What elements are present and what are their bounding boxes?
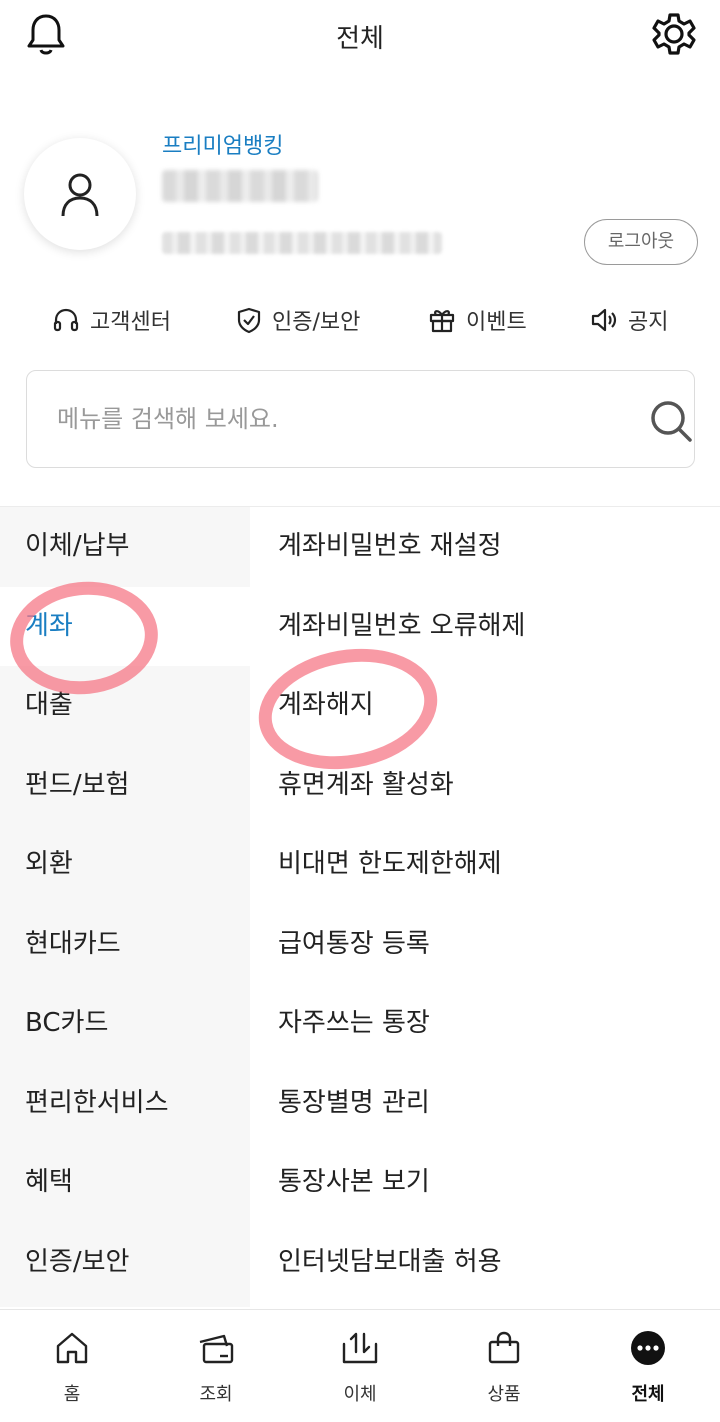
shield-check-icon <box>237 307 261 334</box>
home-icon <box>56 1332 88 1364</box>
search-input[interactable] <box>57 399 617 439</box>
shopping-bag-icon <box>488 1331 520 1364</box>
cards-icon <box>199 1334 234 1364</box>
gift-icon <box>429 310 455 333</box>
submenu-item[interactable]: 통장사본 보기 <box>250 1143 720 1223</box>
page-title: 전체 <box>336 24 384 54</box>
speaker-icon <box>591 308 617 332</box>
user-name-blurred <box>162 170 318 202</box>
category-item-transfer[interactable]: 이체/납부 <box>0 507 250 587</box>
transfer-icon <box>342 1332 378 1364</box>
headset-icon <box>53 308 79 332</box>
tab-all[interactable]: 전체 <box>576 1310 720 1422</box>
submenu-item-account-close[interactable]: 계좌해지 <box>250 666 720 746</box>
tab-inquiry[interactable]: 조회 <box>144 1310 288 1422</box>
submenu-item[interactable]: 휴면계좌 활성화 <box>250 746 720 826</box>
top-header: 전체 <box>0 0 720 70</box>
avatar[interactable] <box>24 138 136 250</box>
submenu-item[interactable]: 급여통장 등록 <box>250 905 720 985</box>
quick-link-security[interactable]: 인증/보안 <box>236 300 360 340</box>
quick-link-customer-center[interactable]: 고객센터 <box>52 300 171 340</box>
quick-link-label: 이벤트 <box>466 310 527 335</box>
search-icon[interactable] <box>649 399 693 447</box>
quick-link-label: 공지 <box>628 310 669 335</box>
submenu-item[interactable]: 자주쓰는 통장 <box>250 984 720 1064</box>
quick-link-label: 인증/보안 <box>272 310 361 335</box>
gear-icon[interactable] <box>652 12 696 56</box>
tab-products[interactable]: 상품 <box>432 1310 576 1422</box>
account-info-blurred <box>162 232 442 254</box>
submenu-item[interactable]: 통장별명 관리 <box>250 1064 720 1144</box>
category-item-account[interactable]: 계좌 <box>0 586 250 666</box>
quick-link-event[interactable]: 이벤트 <box>428 300 527 340</box>
submenu-item[interactable]: 계좌비밀번호 재설정 <box>250 507 720 587</box>
menu-search-box <box>26 370 695 468</box>
logout-button[interactable]: 로그아웃 <box>584 219 698 265</box>
tab-home[interactable]: 홈 <box>0 1310 144 1422</box>
submenu-item[interactable]: 인터넷담보대출 허용 <box>250 1223 720 1303</box>
submenu-item[interactable]: 계좌비밀번호 오류해제 <box>250 587 720 667</box>
category-item-fund-insurance[interactable]: 펀드/보험 <box>0 746 250 826</box>
quick-link-label: 고객센터 <box>90 310 171 335</box>
quick-link-notice[interactable]: 공지 <box>590 300 668 340</box>
category-item-security[interactable]: 인증/보안 <box>0 1223 250 1303</box>
submenu-item[interactable]: 비대면 한도제한해제 <box>250 825 720 905</box>
category-item-forex[interactable]: 외환 <box>0 825 250 905</box>
category-item-convenient-service[interactable]: 편리한서비스 <box>0 1064 250 1144</box>
submenu-list: 계좌비밀번호 재설정 계좌비밀번호 오류해제 계좌해지 휴면계좌 활성화 비대면… <box>250 507 720 1307</box>
category-item-bc-card[interactable]: BC카드 <box>0 984 250 1064</box>
tab-transfer[interactable]: 이체 <box>288 1310 432 1422</box>
category-item-loan[interactable]: 대출 <box>0 666 250 746</box>
bottom-tab-bar: 홈 조회 이체 상품 전체 <box>0 1309 720 1422</box>
more-icon <box>631 1331 665 1365</box>
premium-banking-label: 프리미엄뱅킹 <box>162 134 284 159</box>
category-list: 이체/납부 계좌 대출 펀드/보험 외환 현대카드 BC카드 편리한서비스 혜택… <box>0 507 250 1307</box>
category-item-benefits[interactable]: 혜택 <box>0 1143 250 1223</box>
category-item-hyundai-card[interactable]: 현대카드 <box>0 905 250 985</box>
